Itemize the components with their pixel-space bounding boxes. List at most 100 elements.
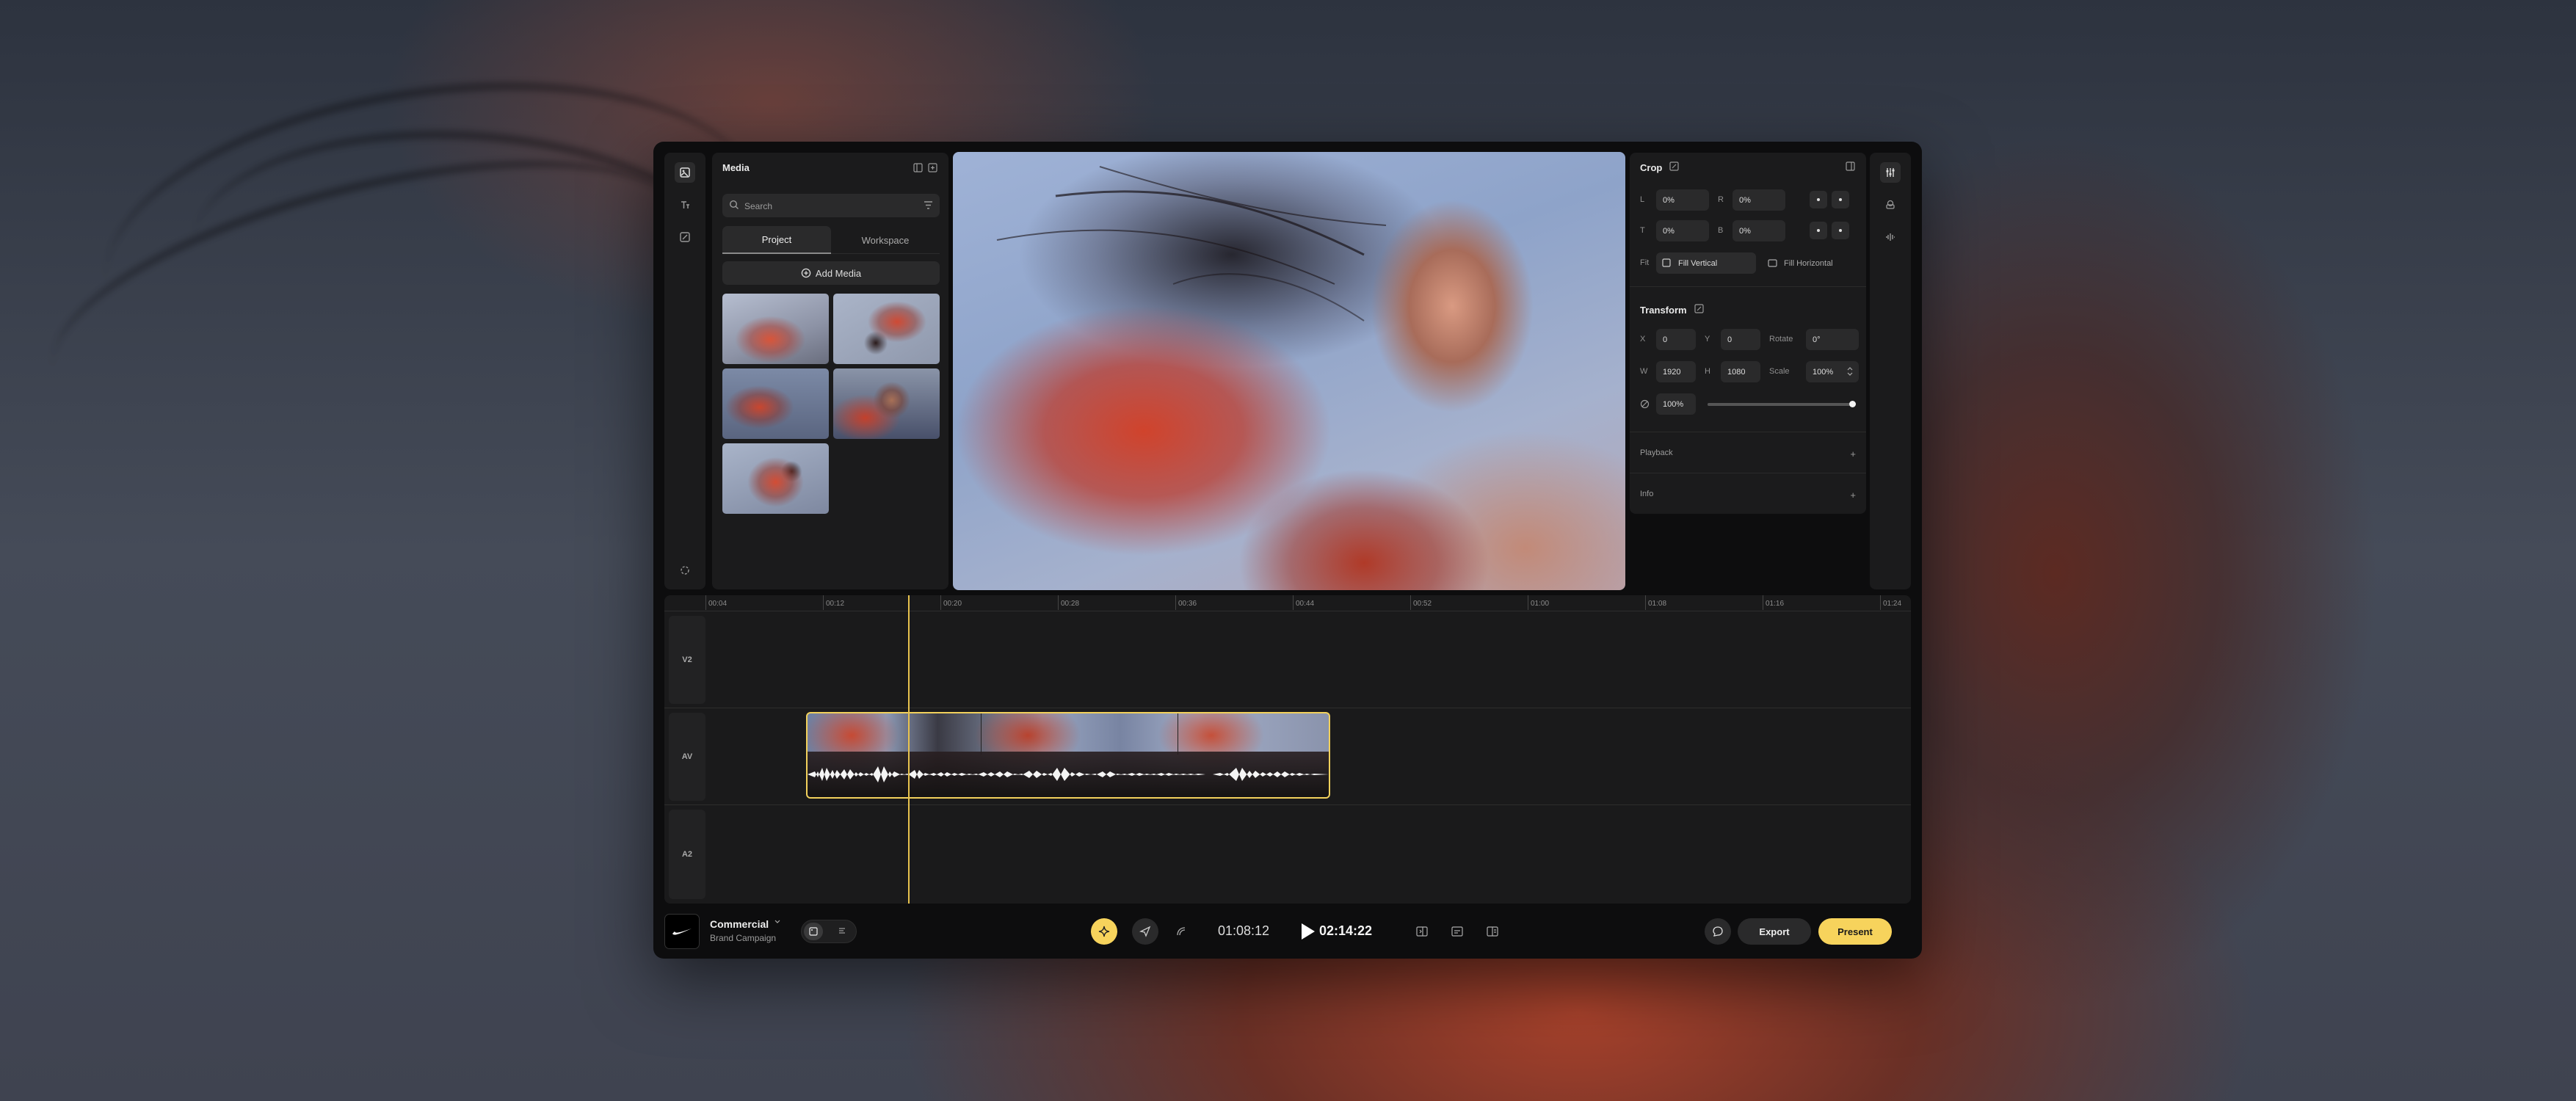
fit-fill-horizontal[interactable]: Fill Horizontal xyxy=(1762,252,1862,274)
filter-icon[interactable] xyxy=(924,200,933,210)
opacity-slider[interactable] xyxy=(1708,401,1856,407)
search-icon xyxy=(729,200,739,210)
tab-workspace[interactable]: Workspace xyxy=(831,226,940,254)
chevron-down-icon[interactable] xyxy=(774,920,780,924)
playhead[interactable] xyxy=(908,595,910,904)
add-media-button[interactable]: Add Media xyxy=(722,261,940,285)
chat-icon[interactable] xyxy=(1705,918,1731,945)
layers-icon[interactable] xyxy=(1880,195,1901,215)
view-toggle[interactable] xyxy=(801,920,857,943)
track-a2[interactable]: A2 xyxy=(664,805,1911,904)
expand-playback-icon[interactable]: + xyxy=(1850,448,1856,459)
panel-layout-icon[interactable] xyxy=(1846,161,1855,171)
transform-x-label: X xyxy=(1640,335,1646,344)
media-icon[interactable] xyxy=(675,162,695,183)
ruler-tick: 01:08 xyxy=(1645,595,1666,610)
ruler-tick: 00:04 xyxy=(705,595,727,610)
panel-layout-icon[interactable] xyxy=(912,161,924,173)
crop-align-button[interactable] xyxy=(1832,222,1849,239)
crop-label-r: R xyxy=(1718,195,1724,204)
fit-fill-horizontal-label: Fill Horizontal xyxy=(1784,258,1833,268)
sparkle-icon[interactable] xyxy=(1091,918,1117,945)
export-button[interactable]: Export xyxy=(1738,918,1811,945)
crop-b-field[interactable]: 0% xyxy=(1733,220,1785,241)
track-label-a2: A2 xyxy=(669,810,705,899)
ruler-tick: 01:00 xyxy=(1528,595,1549,610)
media-search-input[interactable]: Search xyxy=(722,194,940,217)
opacity-slider-fill xyxy=(1708,403,1856,406)
split-icon[interactable] xyxy=(1412,921,1432,942)
transform-h-field[interactable]: 1080 xyxy=(1721,361,1760,382)
script-view-icon[interactable] xyxy=(832,923,852,940)
settings-icon[interactable] xyxy=(675,560,695,581)
fit-label: Fit xyxy=(1640,258,1650,267)
transform-scale-label: Scale xyxy=(1769,367,1790,376)
sliders-icon[interactable] xyxy=(1880,162,1901,183)
compare-icon[interactable] xyxy=(1482,921,1503,942)
edit-icon[interactable] xyxy=(1694,304,1704,313)
edit-icon[interactable] xyxy=(675,227,695,247)
track-av[interactable]: AV xyxy=(664,708,1911,805)
transform-w-label: W xyxy=(1640,367,1648,376)
play-icon[interactable] xyxy=(1297,921,1318,942)
fit-fill-vertical[interactable]: Fill Vertical xyxy=(1656,252,1756,274)
transform-w-field[interactable]: 1920 xyxy=(1656,361,1696,382)
transform-h-label: H xyxy=(1705,367,1710,376)
text-icon[interactable] xyxy=(675,195,695,215)
media-thumbnail[interactable] xyxy=(833,294,940,364)
search-placeholder: Search xyxy=(744,201,773,211)
draw-icon[interactable] xyxy=(1171,921,1191,942)
opacity-slider-knob[interactable] xyxy=(1849,401,1856,407)
transform-y-field[interactable]: 0 xyxy=(1721,329,1760,350)
media-tabs: Project Workspace xyxy=(722,226,940,254)
video-preview[interactable] xyxy=(953,152,1625,590)
video-editor-window: Media Search Project Workspace Add Media xyxy=(653,142,1922,959)
av-clip[interactable] xyxy=(806,712,1330,799)
media-panel: Media Search Project Workspace Add Media xyxy=(712,153,948,589)
playback-section-label[interactable]: Playback xyxy=(1640,448,1673,457)
media-thumbnail[interactable] xyxy=(722,294,829,364)
project-name[interactable]: Commercial xyxy=(710,918,769,930)
stepper-icon[interactable] xyxy=(1847,366,1853,377)
transform-y-label: Y xyxy=(1705,335,1710,344)
crop-align-button[interactable] xyxy=(1810,191,1827,208)
crop-align-button[interactable] xyxy=(1832,191,1849,208)
opacity-field[interactable]: 100% xyxy=(1656,393,1696,415)
media-panel-title: Media xyxy=(722,162,750,173)
properties-panel: Crop L 0% R 0% T 0% B 0% Fit Fill Vertic… xyxy=(1630,153,1866,514)
image-view-icon[interactable] xyxy=(804,923,823,940)
project-subtitle: Brand Campaign xyxy=(710,933,777,943)
ruler-tick: 00:20 xyxy=(940,595,962,610)
transform-x-field[interactable]: 0 xyxy=(1656,329,1696,350)
media-thumbnail[interactable] xyxy=(722,368,829,439)
plus-circle-icon xyxy=(801,268,811,278)
section-divider xyxy=(1630,286,1866,287)
send-icon[interactable] xyxy=(1132,918,1158,945)
crop-t-field[interactable]: 0% xyxy=(1656,220,1709,241)
panel-add-icon[interactable] xyxy=(926,161,938,173)
transform-scale-field[interactable]: 100% xyxy=(1806,361,1859,382)
media-thumbnail[interactable] xyxy=(833,368,940,439)
audio-icon[interactable] xyxy=(1880,227,1901,247)
total-time: 02:14:22 xyxy=(1319,923,1373,938)
transform-rotate-field[interactable]: 0° xyxy=(1806,329,1859,350)
crop-l-field[interactable]: 0% xyxy=(1656,189,1709,211)
crop-r-field[interactable]: 0% xyxy=(1733,189,1785,211)
present-button[interactable]: Present xyxy=(1818,918,1892,945)
tab-project[interactable]: Project xyxy=(722,226,831,254)
current-time: 01:08:12 xyxy=(1218,923,1270,938)
transform-rotate-label: Rotate xyxy=(1769,335,1793,344)
timeline-ruler[interactable]: 00:04 00:12 00:20 00:28 00:36 00:44 00:5… xyxy=(664,595,1911,611)
captions-icon[interactable] xyxy=(1447,921,1467,942)
ruler-tick: 00:36 xyxy=(1175,595,1197,610)
expand-info-icon[interactable]: + xyxy=(1850,490,1856,501)
track-label-av: AV xyxy=(669,713,705,801)
fill-vertical-icon xyxy=(1662,258,1671,267)
ruler-tick: 00:28 xyxy=(1058,595,1079,610)
media-thumbnail[interactable] xyxy=(722,443,829,514)
track-v2[interactable]: V2 xyxy=(664,611,1911,708)
info-section-label[interactable]: Info xyxy=(1640,490,1653,498)
edit-icon[interactable] xyxy=(1669,161,1679,171)
crop-align-button[interactable] xyxy=(1810,222,1827,239)
nike-logo[interactable] xyxy=(664,914,700,949)
